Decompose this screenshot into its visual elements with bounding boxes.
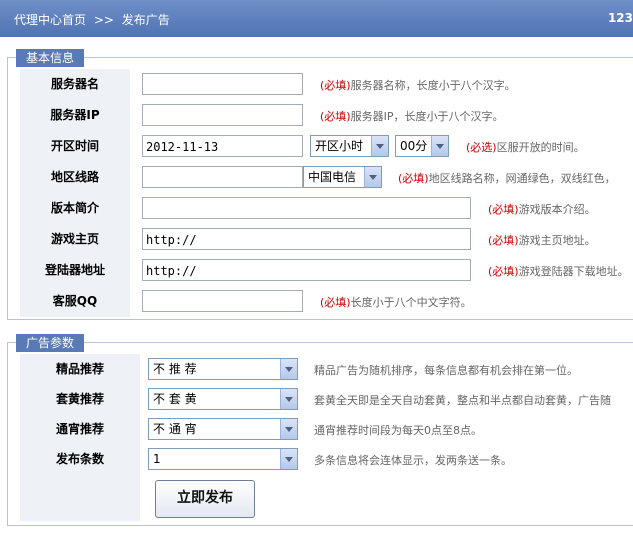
open-hour-select[interactable]: 开区小时	[310, 135, 389, 157]
top-right-text: 123	[607, 11, 633, 25]
open-minute-select[interactable]: 00分	[395, 135, 449, 157]
chevron-down-icon	[280, 449, 297, 469]
count-row: 发布条数 1 多条信息将会连体显示，发两条送一条。	[8, 444, 633, 475]
qq-label: 客服QQ	[20, 286, 130, 317]
version-label: 版本简介	[20, 193, 130, 224]
featured-select[interactable]: 不 推 荐	[148, 358, 298, 380]
launcher-input[interactable]: http://	[142, 259, 471, 281]
featured-hint: 精品广告为随机排序，每条信息都有机会排在第一位。	[314, 364, 578, 377]
server-ip-hint: (必填)服务器IP，长度小于八个汉字。	[320, 110, 504, 123]
server-ip-label: 服务器IP	[20, 100, 130, 131]
server-name-hint: (必填)服务器名称，长度小于八个汉字。	[320, 79, 516, 92]
featured-label: 精品推荐	[20, 354, 140, 385]
basic-info-section: 基本信息 服务器名 (必填)服务器名称，长度小于八个汉字。 服务器IP (必填)…	[7, 49, 633, 320]
launcher-hint: (必填)游戏登陆器下载地址。	[488, 265, 629, 278]
server-ip-row: 服务器IP (必填)服务器IP，长度小于八个汉字。	[8, 100, 633, 131]
count-label: 发布条数	[20, 444, 140, 475]
launcher-label: 登陆器地址	[20, 255, 130, 286]
launcher-row: 登陆器地址 http:// (必填)游戏登陆器下载地址。	[8, 255, 633, 286]
ad-params-legend: 广告参数	[16, 334, 85, 352]
breadcrumb-home-link[interactable]: 代理中心首页	[14, 13, 86, 27]
basic-info-legend: 基本信息	[16, 49, 85, 67]
region-row: 地区线路 中国电信 (必填)地区线路名称，网通绿色，双线红色，	[8, 162, 633, 193]
overnight-hint: 通宵推荐时间段为每天0点至8点。	[314, 424, 482, 437]
version-hint: (必填)游戏版本介绍。	[488, 203, 596, 216]
submit-row-label-cell	[20, 475, 140, 521]
count-hint: 多条信息将会连体显示，发两条送一条。	[314, 454, 512, 467]
open-time-label: 开区时间	[20, 131, 130, 162]
yellow-select[interactable]: 不 套 黄	[148, 388, 298, 410]
open-time-row: 开区时间 2012-11-13 开区小时 00分 (必选)区服开放的时间。	[8, 131, 633, 162]
count-select[interactable]: 1	[148, 448, 298, 470]
homepage-input[interactable]: http://	[142, 228, 471, 250]
breadcrumb: 代理中心首页 >> 发布广告	[14, 11, 174, 28]
chevron-down-icon	[431, 136, 448, 156]
qq-input[interactable]	[142, 290, 303, 312]
featured-row: 精品推荐 不 推 荐 精品广告为随机排序，每条信息都有机会排在第一位。	[8, 354, 633, 385]
overnight-label: 通宵推荐	[20, 414, 140, 445]
overnight-select[interactable]: 不 通 宵	[148, 418, 298, 440]
chevron-down-icon	[371, 136, 388, 156]
homepage-hint: (必填)游戏主页地址。	[488, 234, 596, 247]
chevron-down-icon	[280, 419, 297, 439]
top-bar: 代理中心首页 >> 发布广告 123	[0, 0, 633, 37]
region-hint: (必填)地区线路名称，网通绿色，双线红色，	[398, 172, 616, 185]
open-date-input[interactable]: 2012-11-13	[142, 135, 303, 157]
chevron-down-icon	[364, 167, 381, 187]
version-input[interactable]	[142, 197, 471, 219]
homepage-label: 游戏主页	[20, 224, 130, 255]
breadcrumb-separator: >>	[93, 13, 114, 27]
ad-params-section: 广告参数 精品推荐 不 推 荐 精品广告为随机排序，每条信息都有机会排在第一位。…	[7, 334, 633, 526]
region-input[interactable]	[142, 166, 303, 188]
open-time-hint: (必选)区服开放的时间。	[466, 141, 585, 154]
qq-hint: (必填)长度小于八个中文字符。	[320, 296, 472, 309]
qq-row: 客服QQ (必填)长度小于八个中文字符。	[8, 286, 633, 317]
server-name-label: 服务器名	[20, 69, 130, 100]
server-ip-input[interactable]	[142, 104, 303, 126]
chevron-down-icon	[280, 359, 297, 379]
region-label: 地区线路	[20, 162, 130, 193]
homepage-row: 游戏主页 http:// (必填)游戏主页地址。	[8, 224, 633, 255]
submit-button[interactable]: 立即发布	[155, 480, 255, 518]
version-row: 版本简介 (必填)游戏版本介绍。	[8, 193, 633, 224]
server-name-row: 服务器名 (必填)服务器名称，长度小于八个汉字。	[8, 69, 633, 100]
carrier-select[interactable]: 中国电信	[303, 166, 382, 188]
server-name-input[interactable]	[142, 73, 303, 95]
chevron-down-icon	[280, 389, 297, 409]
overnight-row: 通宵推荐 不 通 宵 通宵推荐时间段为每天0点至8点。	[8, 414, 633, 445]
breadcrumb-current: 发布广告	[121, 13, 170, 27]
yellow-label: 套黄推荐	[20, 384, 140, 415]
yellow-hint: 套黄全天即是全天自动套黄，整点和半点都自动套黄，广告随	[314, 394, 611, 407]
yellow-row: 套黄推荐 不 套 黄 套黄全天即是全天自动套黄，整点和半点都自动套黄，广告随	[8, 384, 633, 415]
